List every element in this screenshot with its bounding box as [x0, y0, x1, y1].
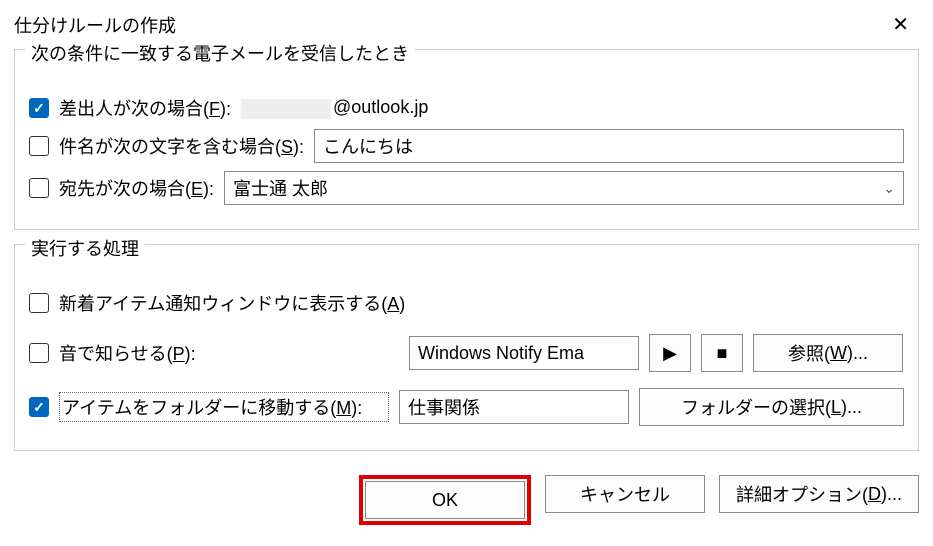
condition-to-row: 宛先が次の場合(E): 富士通 太郎 ⌄	[29, 171, 904, 205]
dialog-body: 次の条件に一致する電子メールを受信したとき 差出人が次の場合(F): @outl…	[0, 49, 933, 539]
checkbox-alert[interactable]	[29, 293, 49, 313]
to-combobox[interactable]: 富士通 太郎 ⌄	[224, 171, 904, 205]
conditions-group: 次の条件に一致する電子メールを受信したとき 差出人が次の場合(F): @outl…	[14, 49, 919, 230]
chevron-down-icon: ⌄	[883, 180, 895, 197]
action-sound-row: 音で知らせる(P): ▶ ■ 参照(W)...	[29, 334, 904, 372]
label-subject: 件名が次の文字を含む場合(S):	[59, 133, 304, 159]
value-from: @outlook.jp	[241, 97, 428, 118]
condition-subject-row: 件名が次の文字を含む場合(S):	[29, 129, 904, 163]
label-to: 宛先が次の場合(E):	[59, 175, 214, 201]
actions-group-title: 実行する処理	[25, 235, 145, 261]
dialog-title: 仕分けルールの作成	[14, 12, 176, 38]
checkbox-subject[interactable]	[29, 136, 49, 156]
condition-from-row: 差出人が次の場合(F): @outlook.jp	[29, 95, 904, 121]
sound-file-input[interactable]	[409, 336, 639, 370]
checkbox-from[interactable]	[29, 98, 49, 118]
advanced-options-button[interactable]: 詳細オプション(D)...	[719, 475, 919, 513]
play-button[interactable]: ▶	[649, 334, 691, 372]
action-move-row: アイテムをフォルダーに移動する(M): フォルダーの選択(L)...	[29, 388, 904, 426]
label-alert: 新着アイテム通知ウィンドウに表示する(A)	[59, 290, 405, 316]
close-icon[interactable]: ✕	[882, 8, 919, 41]
folder-select-button[interactable]: フォルダーの選択(L)...	[639, 388, 904, 426]
browse-button[interactable]: 参照(W)...	[753, 334, 903, 372]
move-folder-input[interactable]	[399, 390, 629, 424]
stop-button[interactable]: ■	[701, 334, 743, 372]
actions-group: 実行する処理 新着アイテム通知ウィンドウに表示する(A) 音で知らせる(P): …	[14, 244, 919, 451]
button-bar: OK キャンセル 詳細オプション(D)...	[14, 465, 919, 525]
stop-icon: ■	[717, 343, 728, 364]
conditions-group-title: 次の条件に一致する電子メールを受信したとき	[25, 40, 415, 66]
label-sound: 音で知らせる(P):	[59, 340, 399, 366]
to-selected-value: 富士通 太郎	[233, 175, 875, 201]
cancel-button[interactable]: キャンセル	[545, 475, 705, 513]
subject-input[interactable]	[314, 129, 904, 163]
label-from: 差出人が次の場合(F):	[59, 95, 231, 121]
action-alert-row: 新着アイテム通知ウィンドウに表示する(A)	[29, 290, 904, 316]
checkbox-sound[interactable]	[29, 343, 49, 363]
ok-button[interactable]: OK	[365, 481, 525, 519]
checkbox-move[interactable]	[29, 397, 49, 417]
label-move: アイテムをフォルダーに移動する(M):	[59, 392, 389, 422]
ok-highlight: OK	[359, 475, 531, 525]
blurred-sender-name	[241, 99, 331, 119]
play-icon: ▶	[663, 343, 677, 364]
checkbox-to[interactable]	[29, 178, 49, 198]
